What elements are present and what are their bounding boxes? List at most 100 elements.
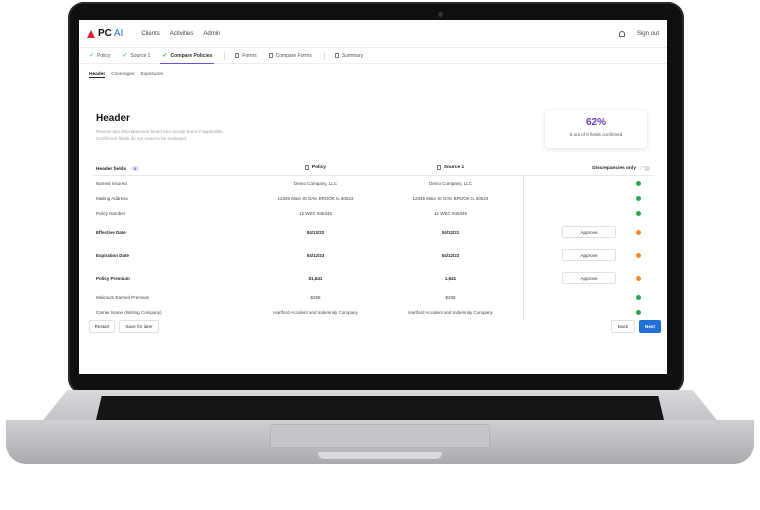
page-description: Review any discrepancies found and accep… [96, 128, 276, 142]
logo-ai: AI [113, 28, 124, 39]
count-badge: 8 [131, 165, 140, 171]
field-name: Carrier Name (Writing Company) [96, 309, 162, 315]
policy-value: 04/12/22 [306, 229, 325, 235]
policy-value: $298 [310, 294, 321, 300]
field-name: Named Insured [96, 180, 127, 186]
field-name: Effective Date [96, 229, 126, 235]
nav-link-activities[interactable]: Activities [170, 31, 194, 37]
source-value: Demo Company, LLC [429, 180, 472, 186]
source-value: 1,641 [444, 275, 457, 281]
table-row: Policy Number 12 WEC 845345 12 WEC 845345 [93, 206, 653, 220]
source-value: 04/12/22 [441, 252, 460, 258]
step-divider [323, 51, 325, 60]
field-name: Minimum Earned Premium [96, 294, 150, 300]
policy-value: Hartford Accident and Indemnity Company [273, 309, 358, 315]
discrepancies-only-label: Discrepancies only [592, 166, 636, 171]
discrepancies-toggle[interactable] [640, 166, 650, 171]
confirmed-status-icon [636, 195, 641, 201]
page-title: Header [96, 113, 130, 124]
policy-value: 12 WEC 845345 [298, 210, 333, 216]
step-divider [224, 51, 226, 60]
status-cell [523, 304, 653, 320]
check-icon: ✓ [162, 53, 168, 59]
source-value: 04/12/21 [441, 229, 460, 235]
source-value: $298 [445, 294, 456, 300]
document-icon [235, 53, 240, 58]
next-button[interactable]: Next [639, 320, 661, 333]
step-source-1[interactable]: ✓ Source 1 [122, 48, 150, 64]
field-name: Policy Number [96, 210, 126, 216]
step-compare-policies[interactable]: ✓ Compare Policies [160, 48, 215, 64]
nav-right: Sign out [618, 30, 659, 37]
top-nav: PC AI Clients Activities Admin Sign out [79, 20, 667, 48]
laptop-keyboard [96, 396, 664, 420]
check-icon: ✓ [89, 53, 95, 59]
status-cell: Approve [523, 244, 653, 266]
step-compare-forms[interactable]: Compare Forms [268, 48, 312, 64]
confirmed-status-icon [636, 180, 641, 186]
source-col-label: Source 1 [443, 165, 465, 170]
tab-exposures[interactable]: Exposures [140, 72, 163, 78]
sign-out-link[interactable]: Sign out [637, 31, 659, 37]
nav-link-admin[interactable]: Admin [203, 31, 220, 37]
status-cell: Approve [523, 220, 653, 244]
status-cell: Approve [523, 266, 653, 290]
step-label: Summary [341, 52, 364, 59]
laptop-notch [318, 452, 442, 459]
tab-coverages[interactable]: Coverages [111, 72, 134, 78]
back-button[interactable]: Back [611, 320, 635, 333]
step-label: Forms [242, 52, 257, 59]
discrepancies-col: Discrepancies only [523, 162, 653, 175]
table-row: Minimum Earned Premium $298 $298 [93, 290, 653, 304]
header-fields-label: Header fields [96, 166, 127, 172]
table-row: Expiration Date 04/12/23 04/12/22 Approve [93, 244, 653, 266]
policy-value: $1,641 [308, 275, 323, 281]
discrepancy-status-icon [636, 229, 641, 235]
logo-triangle-icon [87, 29, 95, 38]
policy-col: Policy [253, 165, 378, 172]
document-icon [334, 53, 339, 58]
restart-button[interactable]: Restart [89, 320, 115, 333]
discrepancy-status-icon [636, 252, 641, 258]
field-name: Expiration Date [96, 252, 130, 258]
discrepancy-status-icon [636, 275, 641, 281]
step-forms[interactable]: Forms [235, 48, 257, 64]
approve-button[interactable]: Approve [562, 249, 616, 261]
policy-col-label: Policy [311, 165, 327, 170]
table-row: Mailing Address 12345 Main St OAK BROOK I… [93, 190, 653, 206]
step-label: Source 1 [130, 52, 151, 59]
step-label: Policy [97, 52, 111, 59]
description-line: Review any discrepancies found and accep… [96, 129, 224, 134]
status-cell [523, 190, 653, 206]
step-label: Compare Forms [275, 52, 312, 59]
nav-link-clients[interactable]: Clients [141, 31, 159, 37]
source-col: Source 1 [378, 165, 523, 172]
table-body: Named Insured Demo Company, LLC Demo Compa… [93, 176, 653, 320]
status-cell [523, 176, 653, 190]
status-cell [523, 206, 653, 220]
score-card: 62% 5 out of 8 fields confirmed [545, 110, 647, 148]
policy-value: 12345 Main St OAK BROOK IL 60523 [277, 195, 354, 201]
header-fields-col: Header fields 8 [93, 165, 253, 172]
step-summary[interactable]: Summary [334, 48, 364, 64]
approve-button[interactable]: Approve [562, 272, 616, 284]
table-row: Named Insured Demo Company, LLC Demo Compa… [93, 176, 653, 190]
laptop-trackpad [270, 424, 490, 448]
tab-header[interactable]: Header [89, 72, 106, 78]
step-policy[interactable]: ✓ Policy [89, 48, 110, 64]
check-icon: ✓ [122, 53, 128, 59]
description-line: Confirmed fields do not need to be revie… [96, 136, 188, 141]
field-name: Mailing Address [96, 195, 128, 201]
table-row: Policy Premium $1,641 1,641 Approve [93, 266, 653, 290]
source-value: Hartford Accident and Indemnity Company [408, 309, 493, 315]
table-row: Effective Date 04/12/22 04/12/21 Approve [93, 220, 653, 244]
bell-icon[interactable] [618, 30, 625, 37]
policy-value: Demo Company, LLC [294, 180, 337, 186]
step-label: Compare Policies [170, 52, 213, 59]
table-row: Carrier Name (Writing Company) Hartford A… [93, 304, 653, 320]
logo-main: PC [98, 28, 112, 39]
score-percent: 62% [585, 117, 606, 128]
save-for-later-button[interactable]: Save for later [119, 320, 159, 333]
logo[interactable]: PC AI [87, 28, 123, 39]
approve-button[interactable]: Approve [562, 226, 616, 238]
